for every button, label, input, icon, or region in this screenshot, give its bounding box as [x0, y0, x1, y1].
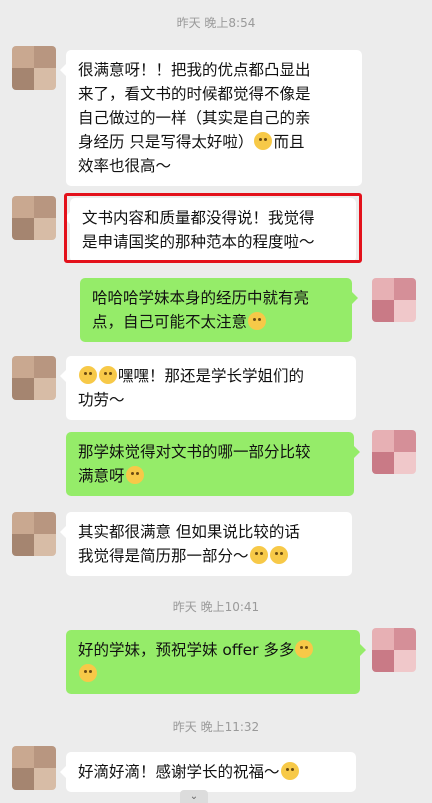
message-line: 满意呀 [78, 464, 342, 488]
message-line: 好的学妹，预祝学妹 offer 多多 [78, 638, 348, 662]
user-avatar[interactable] [372, 278, 416, 322]
message-bubble-incoming[interactable]: 其实都很满意 但如果说比较的话 我觉得是简历那一部分～ [60, 512, 352, 576]
message-line: 自己做过的一样（其实是自己的亲 [78, 109, 311, 127]
message-line [78, 662, 348, 686]
contact-avatar[interactable] [12, 512, 56, 556]
contact-avatar[interactable] [12, 46, 56, 90]
sweat-smile-icon [125, 466, 144, 484]
message-line: 嘿嘿！那还是学长学姐们的 [78, 364, 344, 388]
timestamp: 昨天 晚上10:41 [172, 600, 260, 614]
message-line: 功劳～ [78, 391, 125, 409]
user-avatar[interactable] [372, 628, 416, 672]
message-line: 效率也很高～ [78, 157, 172, 175]
message-bubble-incoming[interactable]: 很满意呀！！把我的优点都凸显出 来了，看文书的时候都觉得不像是 自己做过的一样（… [60, 50, 362, 186]
sweat-smile-icon [249, 546, 268, 564]
thinking-face-icon [248, 312, 267, 330]
message-line: 其实都很满意 但如果说比较的话 [78, 523, 300, 541]
timestamp: 昨天 晚上8:54 [176, 16, 256, 30]
message-bubble-outgoing[interactable]: 好的学妹，预祝学妹 offer 多多 [66, 630, 366, 694]
user-avatar[interactable] [372, 430, 416, 474]
message-line: 很满意呀！！把我的优点都凸显出 [78, 61, 311, 79]
chevron-down-icon[interactable]: ⌄ [180, 790, 208, 803]
contact-avatar[interactable] [12, 196, 56, 240]
smiling-face-icon [79, 366, 97, 384]
sweat-smile-icon [269, 546, 288, 564]
message-bubble-outgoing[interactable]: 那学妹觉得对文书的哪一部分比较 满意呀 [66, 432, 360, 496]
message-line: 哈哈哈学妹本身的经历中就有亮 [92, 289, 310, 307]
message-line: 身经历 只是写得太好啦） 而且 [78, 132, 305, 151]
smiling-face-icon [99, 366, 117, 384]
message-bubble-incoming[interactable]: 嘿嘿！那还是学长学姐们的 功劳～ [60, 356, 356, 420]
message-line: 那学妹觉得对文书的哪一部分比较 [78, 443, 311, 461]
message-line: 我觉得是简历那一部分～ [78, 544, 340, 568]
message-bubble-outgoing[interactable]: 哈哈哈学妹本身的经历中就有亮 点，自己可能不太注意 [80, 278, 358, 342]
chat-window: 昨天 晚上8:54 很满意呀！！把我的优点都凸显出 来了，看文书的时候都觉得不像… [0, 0, 432, 803]
message-line: 来了，看文书的时候都觉得不像是 [78, 85, 311, 103]
grinning-face-icon [295, 640, 314, 658]
timestamp: 昨天 晚上11:32 [172, 720, 260, 734]
sweat-smile-icon [280, 762, 299, 780]
message-line: 点，自己可能不太注意 [92, 310, 340, 334]
message-bubble-incoming[interactable]: 好滴好滴！感谢学长的祝福～ [60, 752, 356, 792]
highlight-box [64, 193, 362, 263]
grinning-face-icon [79, 664, 97, 682]
contact-avatar[interactable] [12, 746, 56, 790]
message-line: 好滴好滴！感谢学长的祝福～ [78, 760, 344, 784]
grinning-face-icon [254, 132, 273, 150]
contact-avatar[interactable] [12, 356, 56, 400]
